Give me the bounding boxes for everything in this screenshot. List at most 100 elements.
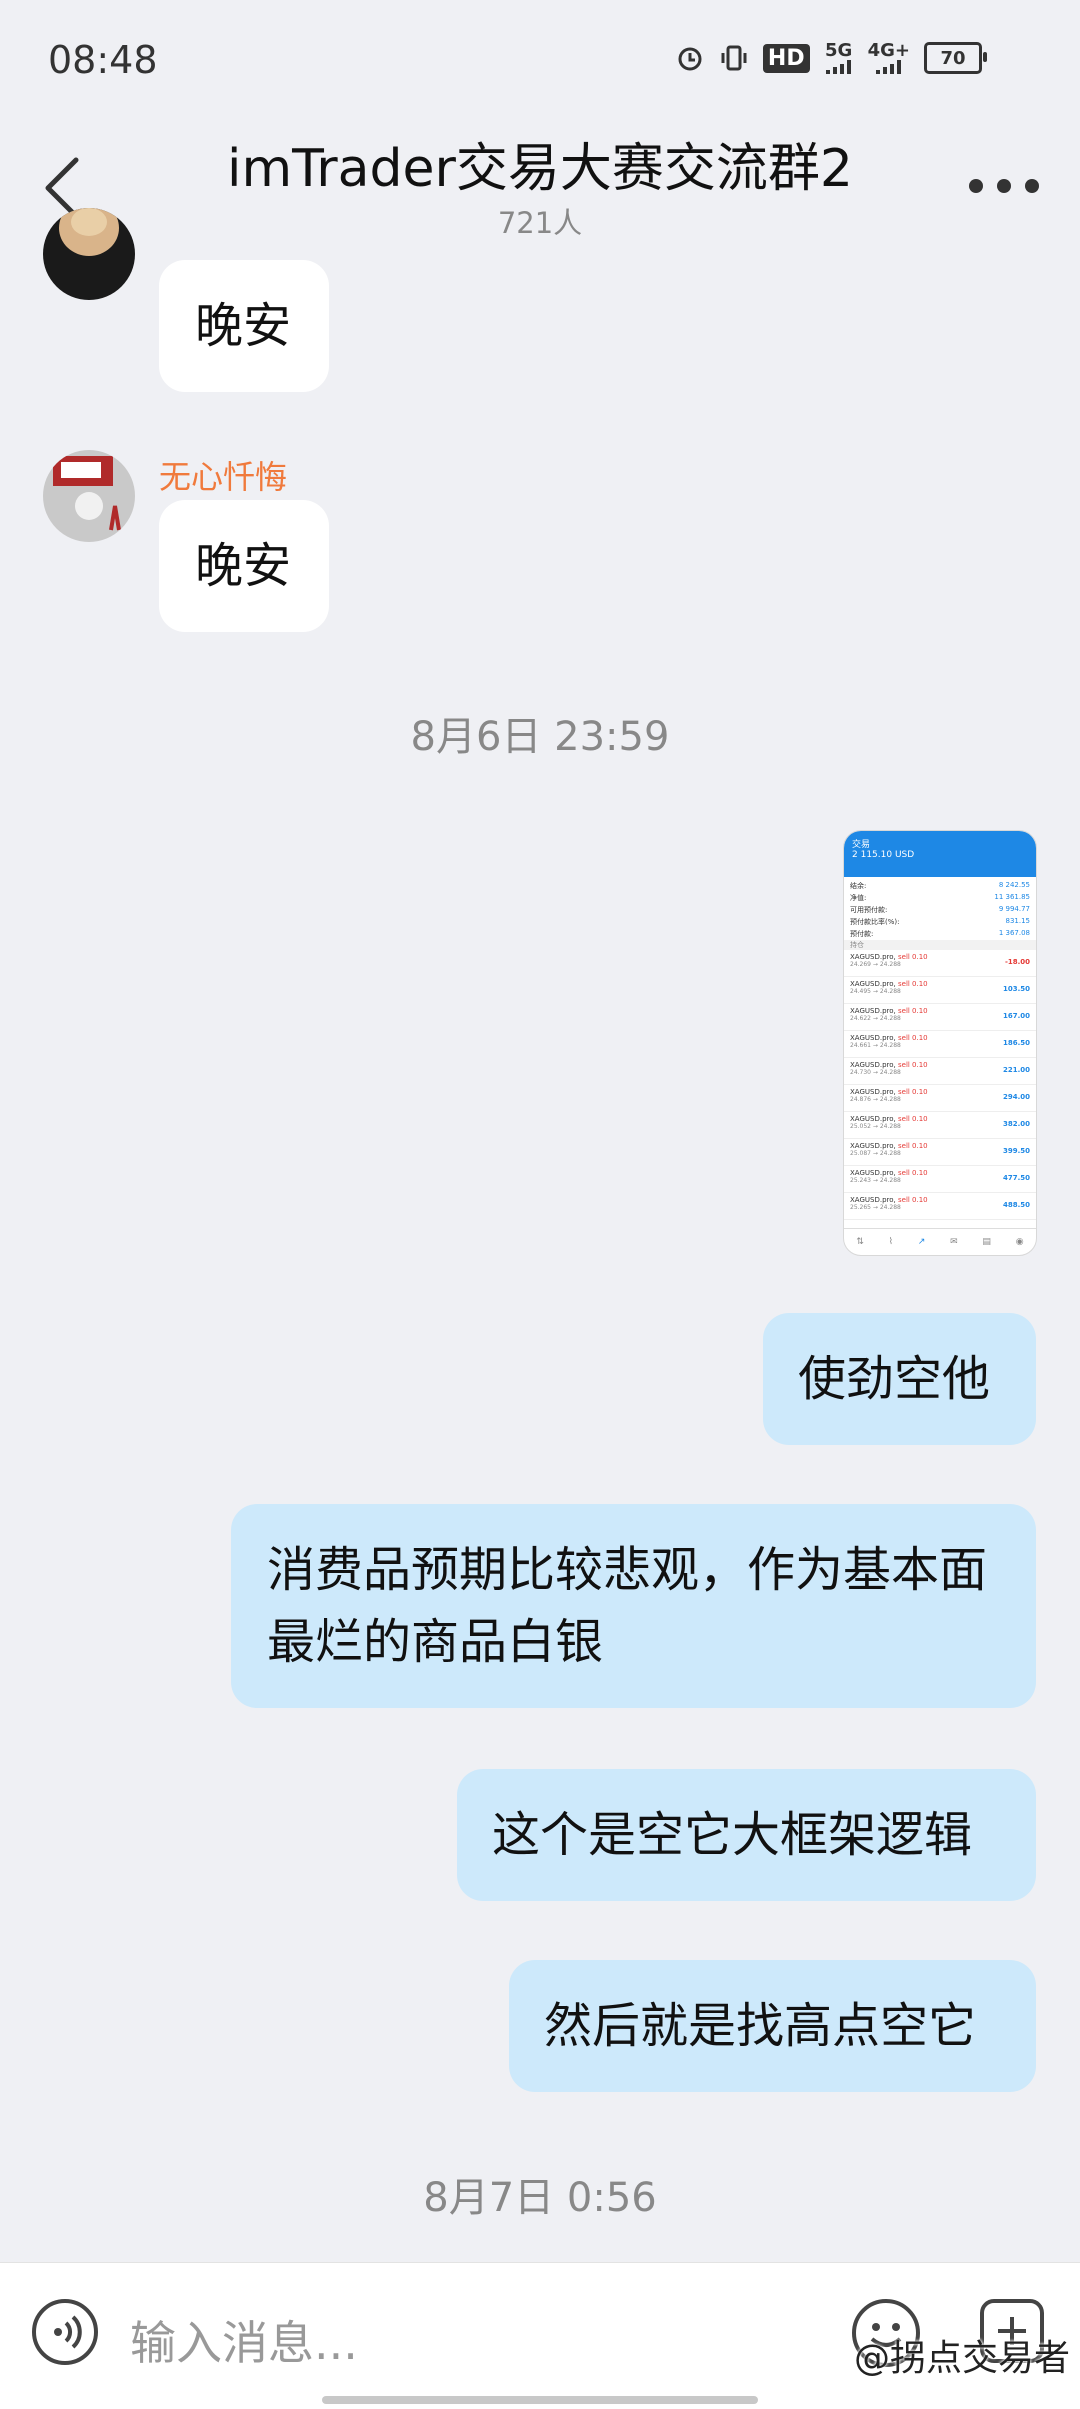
account-row: 预付款比率(%): 831.15	[844, 916, 1036, 928]
nav-icon: ✉	[950, 1237, 958, 1247]
alarm-icon	[675, 43, 705, 73]
row-value: 8 242.55	[998, 881, 1030, 889]
message-bubble[interactable]: 晚安	[159, 500, 329, 632]
row-value: 11 361.85	[994, 893, 1030, 901]
clock: 08:48	[48, 38, 158, 82]
trade-pnl: 382.00	[1002, 1120, 1030, 1128]
avatar[interactable]	[43, 450, 135, 542]
trade-symbol: XAGUSD.pro,	[850, 1061, 896, 1069]
chat-header: imTrader交易大赛交流群2 721人	[0, 120, 1080, 250]
trade-prices: 24.269 → 24.288	[850, 961, 901, 968]
trade-symbol: XAGUSD.pro,	[850, 1169, 896, 1177]
trade-row: XAGUSD.pro, sell 0.10 24.730 → 24.288 221.…	[844, 1058, 1036, 1085]
trade-symbol: XAGUSD.pro,	[850, 1007, 896, 1015]
message-bubble[interactable]: 然后就是找高点空它	[509, 1960, 1036, 2092]
trade-row: XAGUSD.pro, sell 0.10 25.265 → 24.288 488.…	[844, 1193, 1036, 1220]
message-input-bar: 输入消息... @拐点交易者	[0, 2262, 1080, 2409]
nav-icon: ▤	[982, 1237, 991, 1247]
vibrate-icon	[719, 43, 749, 73]
nav-icon: ⇅	[856, 1237, 864, 1247]
message-bubble[interactable]: 晚安	[159, 260, 329, 392]
hd-icon: HD	[762, 43, 810, 73]
nav-icon: ↗	[917, 1237, 926, 1247]
account-row: 净值: 11 361.85	[844, 892, 1036, 904]
message-text: 这个是空它大框架逻辑	[492, 1807, 973, 1863]
home-indicator[interactable]	[322, 2396, 758, 2404]
message-text: 然后就是找高点空它	[544, 1998, 977, 2054]
nav-icon: ⌇	[888, 1237, 894, 1247]
trade-symbol: XAGUSD.pro,	[850, 953, 896, 961]
positions-section-label: 持仓	[844, 940, 1036, 950]
group-title: imTrader交易大赛交流群2	[227, 139, 853, 199]
trade-row: XAGUSD.pro, sell 0.10 24.495 → 24.288 103.…	[844, 977, 1036, 1004]
shared-screenshot-image[interactable]: 交易 2 115.10 USD 结余: 8 242.55 净值: 11 361.85…	[843, 830, 1037, 1256]
trade-side: sell 0.10	[897, 1142, 928, 1150]
signal-5g-label: 5G	[824, 40, 853, 61]
row-label: 净值:	[850, 894, 867, 902]
trade-side: sell 0.10	[897, 1115, 928, 1123]
trade-side: sell 0.10	[897, 1061, 928, 1069]
row-label: 可用预付款:	[850, 906, 888, 914]
trade-symbol: XAGUSD.pro,	[850, 1196, 896, 1204]
message-text: 使劲空他	[798, 1351, 991, 1407]
trade-side: sell 0.10	[897, 1034, 928, 1042]
screenshot-balance: 2 115.10 USD	[852, 850, 915, 860]
message-text: 晚安	[195, 538, 292, 594]
trade-pnl: 294.00	[1002, 1093, 1030, 1101]
trade-symbol: XAGUSD.pro,	[850, 980, 896, 988]
timestamp: 8月7日 0:56	[423, 2175, 657, 2221]
signal-5g-icon: 5G	[824, 42, 854, 74]
trade-pnl: 221.00	[1002, 1066, 1030, 1074]
trade-symbol: XAGUSD.pro,	[850, 1142, 896, 1150]
trade-row: XAGUSD.pro, sell 0.10 24.876 → 24.288 294.…	[844, 1085, 1036, 1112]
nav-icon: ◉	[1015, 1237, 1024, 1247]
sender-name: 无心忏悔	[159, 458, 288, 496]
screenshot-header: 交易 2 115.10 USD	[844, 831, 1036, 877]
message-bubble[interactable]: 使劲空他	[763, 1313, 1036, 1445]
trade-side: sell 0.10	[897, 1007, 928, 1015]
trade-row: XAGUSD.pro, sell 0.10 24.269 → 24.288 -18.…	[844, 950, 1036, 977]
trade-symbol: XAGUSD.pro,	[850, 1088, 896, 1096]
status-icons: HD 5G 4G+ 70	[675, 42, 987, 74]
trade-row: XAGUSD.pro, sell 0.10 24.622 → 24.288 167.…	[844, 1004, 1036, 1031]
trade-pnl: 186.50	[1002, 1039, 1030, 1047]
signal-4g-icon: 4G+	[868, 42, 910, 74]
trade-row: XAGUSD.pro, sell 0.10 25.087 → 24.288 399.…	[844, 1139, 1036, 1166]
trade-symbol: XAGUSD.pro,	[850, 1034, 896, 1042]
message-bubble[interactable]: 消费品预期比较悲观，作为基本面最烂的商品白银	[231, 1504, 1036, 1708]
row-value: 831.15	[1005, 917, 1031, 925]
account-row: 可用预付款: 9 994.77	[844, 904, 1036, 916]
account-row: 预付款: 1 367.08	[844, 928, 1036, 940]
trade-pnl: 488.50	[1002, 1201, 1030, 1209]
message-text: 消费品预期比较悲观，作为基本面最烂的商品白银	[267, 1542, 988, 1670]
trade-row: XAGUSD.pro, sell 0.10 25.243 → 24.288 477.…	[844, 1166, 1036, 1193]
trade-pnl: 167.00	[1002, 1012, 1030, 1020]
voice-button[interactable]	[32, 2299, 98, 2365]
trade-pnl: 399.50	[1002, 1147, 1030, 1155]
voice-icon	[54, 2315, 82, 2349]
avatar[interactable]	[43, 208, 135, 300]
watermark: @拐点交易者	[853, 2338, 1070, 2379]
trade-pnl: 103.50	[1002, 985, 1030, 993]
screenshot-header-label: 交易	[852, 840, 871, 850]
account-row: 结余: 8 242.55	[844, 880, 1036, 892]
trade-side: sell 0.10	[897, 1088, 928, 1096]
screenshot-nav-bar: ⇅ ⌇ ↗ ✉ ▤ ◉	[844, 1228, 1036, 1255]
trade-row: XAGUSD.pro, sell 0.10 25.052 → 24.288 382.…	[844, 1112, 1036, 1139]
member-count: 721人	[497, 206, 583, 240]
battery-icon: 70	[924, 42, 987, 74]
row-label: 预付款比率(%):	[850, 918, 900, 926]
message-input[interactable]: 输入消息...	[130, 2307, 358, 2373]
status-bar: 08:48 HD 5G 4G+ 70	[0, 0, 1080, 120]
timestamp: 8月6日 23:59	[410, 714, 670, 760]
trade-pnl: -18.00	[1004, 958, 1030, 966]
message-text: 晚安	[195, 298, 292, 354]
trade-symbol: XAGUSD.pro,	[850, 1115, 896, 1123]
trade-side: sell 0.10	[897, 953, 928, 961]
more-button[interactable]	[964, 156, 1044, 216]
trade-side: sell 0.10	[897, 1196, 928, 1204]
trade-pnl: 477.50	[1002, 1174, 1030, 1182]
trade-side: sell 0.10	[897, 1169, 928, 1177]
row-value: 9 994.77	[998, 905, 1030, 913]
message-bubble[interactable]: 这个是空它大框架逻辑	[457, 1769, 1036, 1901]
